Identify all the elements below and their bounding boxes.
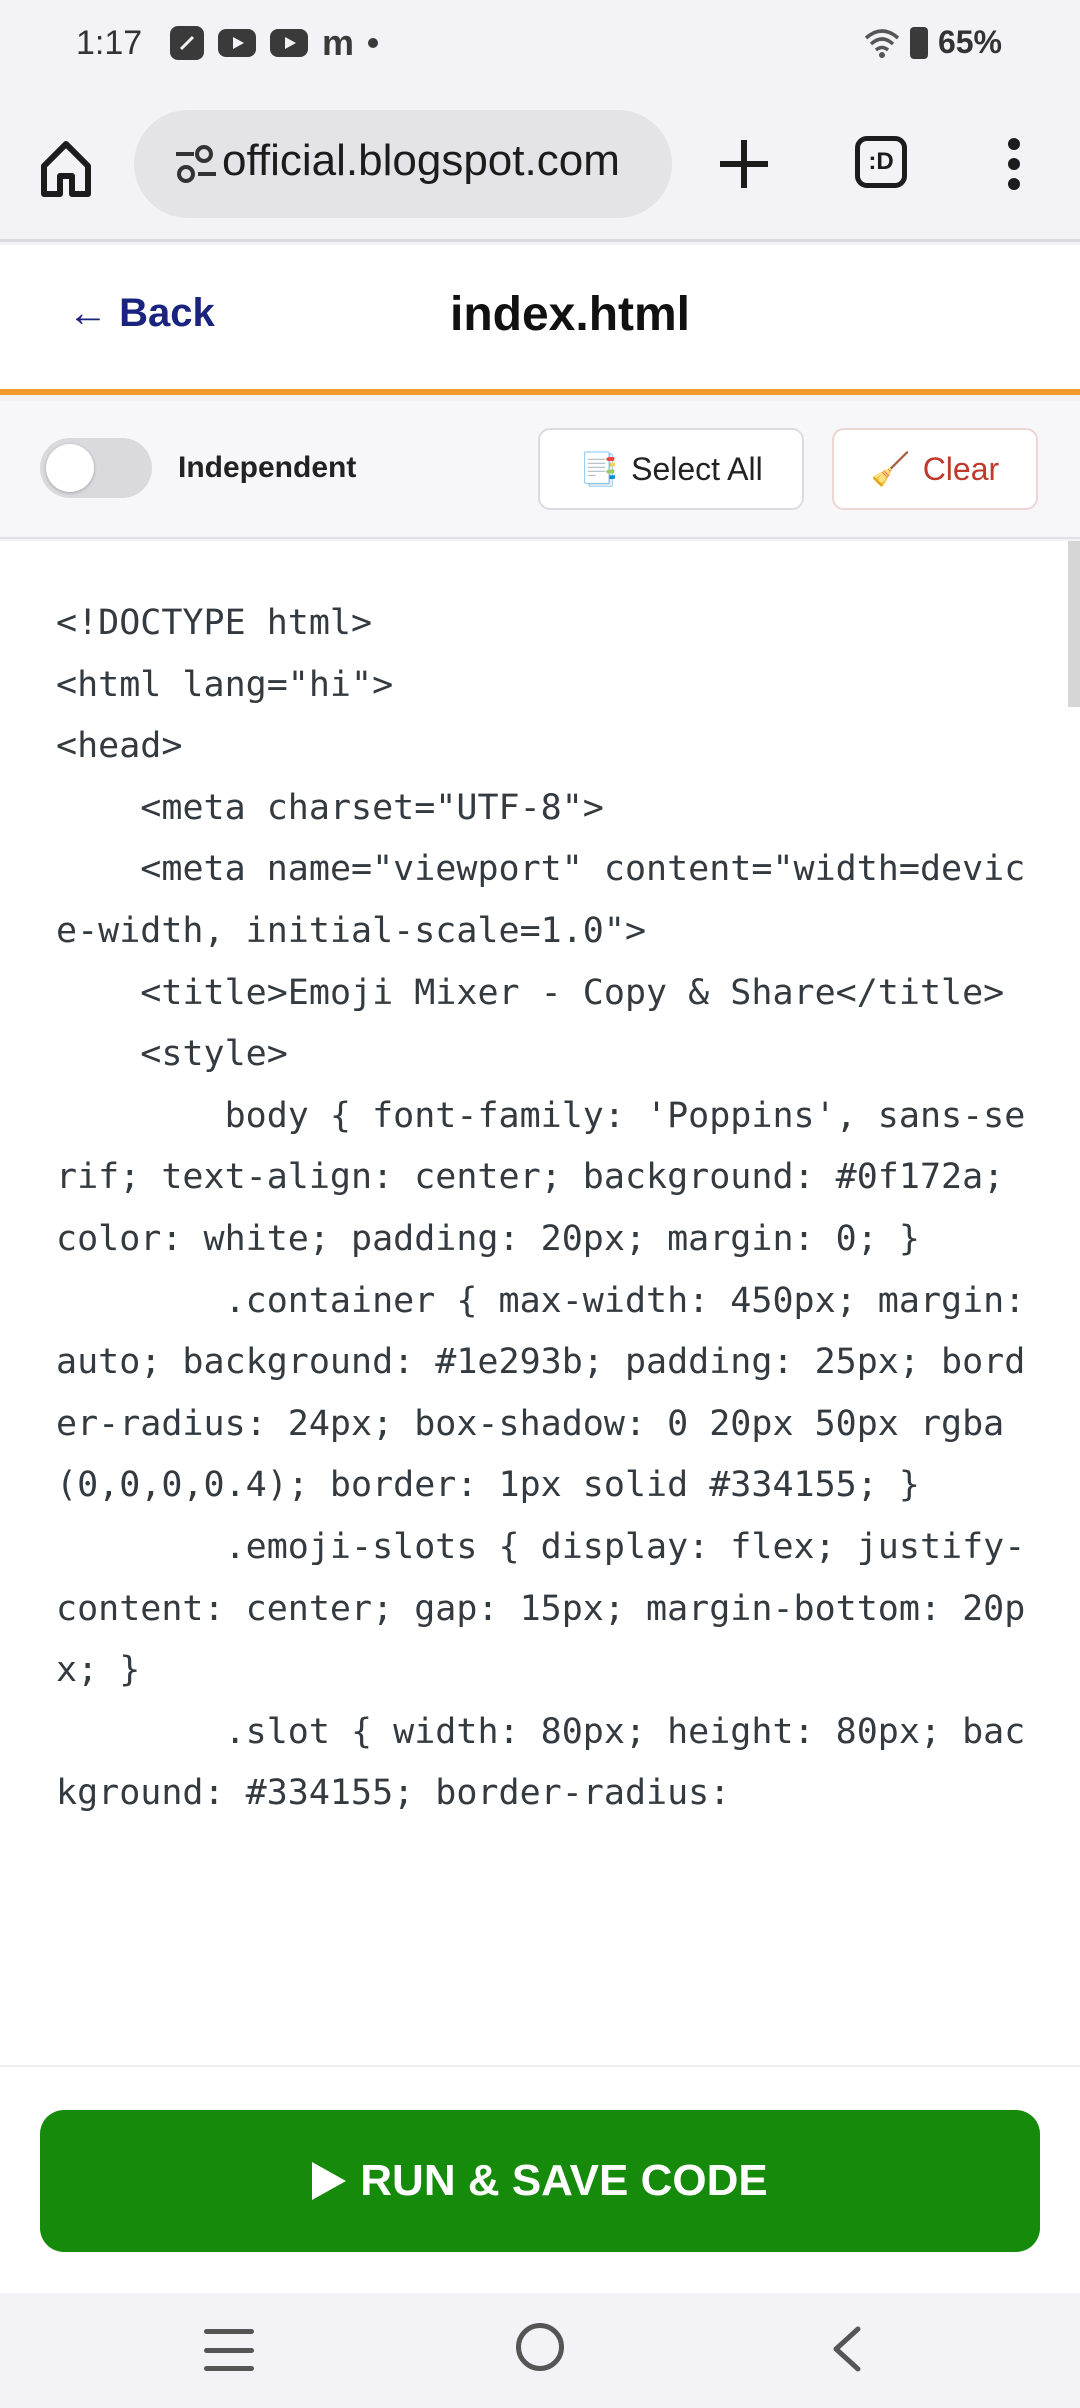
home-nav-icon[interactable]: [516, 2323, 564, 2371]
code-textarea[interactable]: <!DOCTYPE html> <html lang="hi"> <head> …: [56, 593, 1026, 1825]
toggle-knob: [46, 444, 94, 492]
editor-toolbar: Independent 📑 Select All 🧹 Clear: [0, 401, 1080, 539]
status-time: 1:17: [76, 24, 143, 62]
battery-icon: [909, 26, 928, 59]
youtube-icon: [270, 29, 308, 57]
select-all-button[interactable]: 📑 Select All: [538, 428, 804, 510]
browser-toolbar: official.blogspot.com :D: [0, 92, 1080, 242]
run-bar: RUN & SAVE CODE: [0, 2065, 1080, 2293]
select-all-label: Select All: [631, 450, 763, 487]
notification-dot-icon: [368, 38, 379, 48]
more-menu-icon[interactable]: [996, 132, 1032, 196]
system-nav-bar: [0, 2293, 1080, 2408]
tab-switcher-button[interactable]: :D: [855, 136, 907, 188]
tab-switcher-label: :D: [868, 148, 894, 175]
new-tab-icon[interactable]: [716, 136, 772, 192]
scrollbar-thumb[interactable]: [1068, 541, 1080, 707]
run-save-label: RUN & SAVE CODE: [360, 2156, 768, 2205]
notification-icons: m: [170, 22, 379, 63]
play-icon: [312, 2162, 347, 2200]
broom-icon: 🧹: [870, 451, 911, 487]
battery-percent: 65%: [937, 24, 1002, 60]
code-editor[interactable]: <!DOCTYPE html> <html lang="hi"> <head> …: [0, 541, 1080, 2065]
wifi-icon: [864, 28, 900, 58]
status-right: 65%: [864, 24, 1002, 61]
home-icon[interactable]: [36, 132, 96, 202]
youtube-icon: [218, 29, 256, 57]
clear-label: Clear: [922, 450, 1000, 487]
address-bar[interactable]: official.blogspot.com: [134, 110, 672, 218]
recents-icon[interactable]: [204, 2329, 254, 2371]
independent-toggle[interactable]: [40, 438, 152, 498]
back-nav-icon[interactable]: [826, 2325, 870, 2373]
notes-app-icon: [170, 26, 204, 60]
medium-icon: m: [322, 22, 355, 63]
url-text[interactable]: official.blogspot.com: [222, 136, 662, 186]
run-save-button[interactable]: RUN & SAVE CODE: [40, 2110, 1040, 2252]
toggle-label: Independent: [178, 451, 357, 484]
site-settings-icon[interactable]: [174, 144, 218, 184]
status-bar: 1:17 m 65%: [0, 0, 1080, 92]
clear-button[interactable]: 🧹 Clear: [832, 428, 1038, 510]
app-header: ← Back index.html: [0, 245, 1080, 395]
page-title: index.html: [449, 288, 691, 341]
select-all-icon: 📑: [579, 451, 620, 487]
